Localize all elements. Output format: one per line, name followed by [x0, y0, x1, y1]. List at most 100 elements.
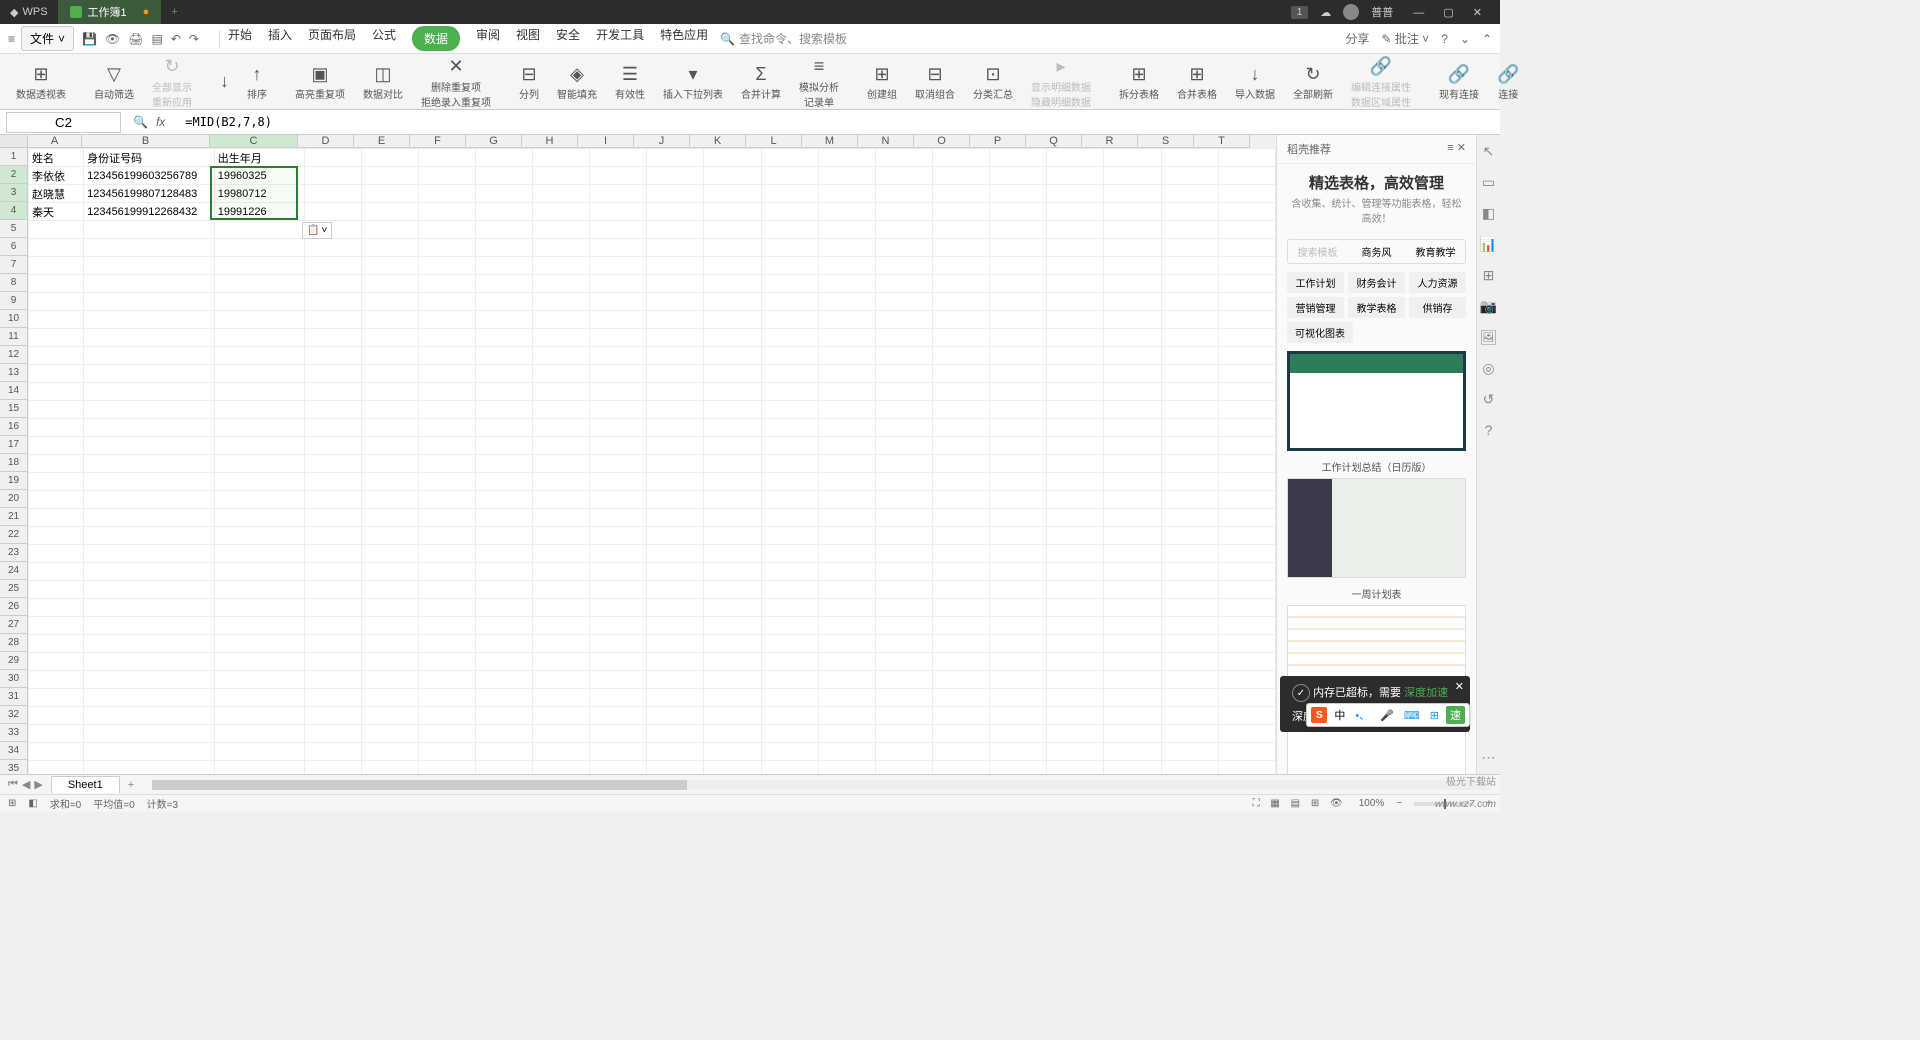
- cell[interactable]: [1161, 401, 1218, 419]
- cell[interactable]: [1161, 617, 1218, 635]
- cell[interactable]: [704, 167, 761, 185]
- cell[interactable]: [1218, 653, 1275, 671]
- history-icon[interactable]: ↺: [1483, 391, 1495, 408]
- cell[interactable]: [475, 239, 532, 257]
- cell[interactable]: [1161, 455, 1218, 473]
- column-header[interactable]: D: [298, 135, 354, 148]
- cell[interactable]: [361, 347, 418, 365]
- ime-mode[interactable]: 中: [1331, 707, 1348, 723]
- cell[interactable]: [704, 239, 761, 257]
- cell[interactable]: [304, 149, 361, 167]
- cell[interactable]: [704, 491, 761, 509]
- cell[interactable]: [1047, 617, 1104, 635]
- cell[interactable]: [704, 743, 761, 761]
- cell[interactable]: [704, 347, 761, 365]
- cell[interactable]: [84, 491, 215, 509]
- cell[interactable]: [590, 599, 647, 617]
- column-header[interactable]: K: [690, 135, 746, 148]
- cell[interactable]: [533, 365, 590, 383]
- cell[interactable]: [818, 491, 875, 509]
- cell[interactable]: [704, 473, 761, 491]
- cell[interactable]: [704, 509, 761, 527]
- cell[interactable]: [475, 545, 532, 563]
- cell[interactable]: 出生年月: [214, 149, 304, 167]
- ribbon-item[interactable]: ▾插入下拉列表: [655, 60, 731, 103]
- cell[interactable]: [418, 599, 475, 617]
- cell[interactable]: 姓名: [29, 149, 84, 167]
- cell[interactable]: [875, 671, 932, 689]
- cell[interactable]: [761, 149, 818, 167]
- cell[interactable]: [533, 617, 590, 635]
- cell[interactable]: [818, 419, 875, 437]
- row-header[interactable]: 35: [0, 760, 28, 774]
- row-header[interactable]: 7: [0, 256, 28, 274]
- horizontal-scrollbar[interactable]: [152, 780, 1490, 790]
- cell[interactable]: [304, 167, 361, 185]
- ime-mic-icon[interactable]: 🎤: [1377, 709, 1397, 722]
- cell[interactable]: [214, 743, 304, 761]
- row-header[interactable]: 17: [0, 436, 28, 454]
- cell[interactable]: [84, 401, 215, 419]
- cell[interactable]: [1104, 473, 1161, 491]
- cell[interactable]: [1161, 311, 1218, 329]
- cell[interactable]: [418, 347, 475, 365]
- cell[interactable]: [875, 275, 932, 293]
- chart-icon[interactable]: 📊: [1480, 236, 1497, 253]
- cell[interactable]: [933, 563, 990, 581]
- cell[interactable]: [84, 725, 215, 743]
- cell[interactable]: [475, 707, 532, 725]
- cell[interactable]: [990, 419, 1047, 437]
- cell[interactable]: [418, 275, 475, 293]
- cell[interactable]: [590, 509, 647, 527]
- cell[interactable]: [1047, 347, 1104, 365]
- cell[interactable]: [214, 527, 304, 545]
- cell[interactable]: [933, 293, 990, 311]
- cloud-icon[interactable]: ☁: [1320, 6, 1331, 19]
- cell[interactable]: [1161, 383, 1218, 401]
- cell[interactable]: [1047, 707, 1104, 725]
- cell[interactable]: [475, 473, 532, 491]
- cell[interactable]: [418, 455, 475, 473]
- cell[interactable]: [1104, 437, 1161, 455]
- cell[interactable]: [29, 437, 84, 455]
- cell[interactable]: [361, 185, 418, 203]
- cell[interactable]: [761, 617, 818, 635]
- cell[interactable]: [533, 563, 590, 581]
- cell[interactable]: [818, 725, 875, 743]
- ribbon-item[interactable]: 🔗连接: [1489, 60, 1527, 103]
- cell[interactable]: [533, 329, 590, 347]
- cell[interactable]: [533, 707, 590, 725]
- cell[interactable]: [29, 221, 84, 239]
- cell[interactable]: [304, 761, 361, 775]
- cell[interactable]: [214, 293, 304, 311]
- cell[interactable]: [1161, 581, 1218, 599]
- cell[interactable]: [475, 527, 532, 545]
- help-icon[interactable]: ?: [1441, 32, 1448, 46]
- cell[interactable]: [875, 401, 932, 419]
- cell[interactable]: [1218, 401, 1275, 419]
- cell[interactable]: [214, 599, 304, 617]
- cell[interactable]: [761, 401, 818, 419]
- cell[interactable]: [761, 437, 818, 455]
- cell[interactable]: [761, 383, 818, 401]
- cell[interactable]: [361, 419, 418, 437]
- ribbon-tab[interactable]: 开发工具: [596, 26, 644, 51]
- cell[interactable]: [304, 527, 361, 545]
- cell[interactable]: [647, 761, 704, 775]
- cell[interactable]: [361, 689, 418, 707]
- cell[interactable]: [647, 671, 704, 689]
- tag-supply[interactable]: 供销存: [1409, 297, 1466, 318]
- cell[interactable]: [214, 563, 304, 581]
- cell[interactable]: [214, 581, 304, 599]
- cell[interactable]: [647, 293, 704, 311]
- cell[interactable]: [361, 581, 418, 599]
- cell[interactable]: [304, 599, 361, 617]
- status-icon[interactable]: ⊞: [8, 798, 16, 809]
- cell[interactable]: [418, 635, 475, 653]
- cell[interactable]: [29, 293, 84, 311]
- cell[interactable]: [29, 509, 84, 527]
- cell[interactable]: [1104, 149, 1161, 167]
- template-thumbnail[interactable]: [1287, 351, 1466, 451]
- cell[interactable]: [761, 761, 818, 775]
- cell[interactable]: [84, 383, 215, 401]
